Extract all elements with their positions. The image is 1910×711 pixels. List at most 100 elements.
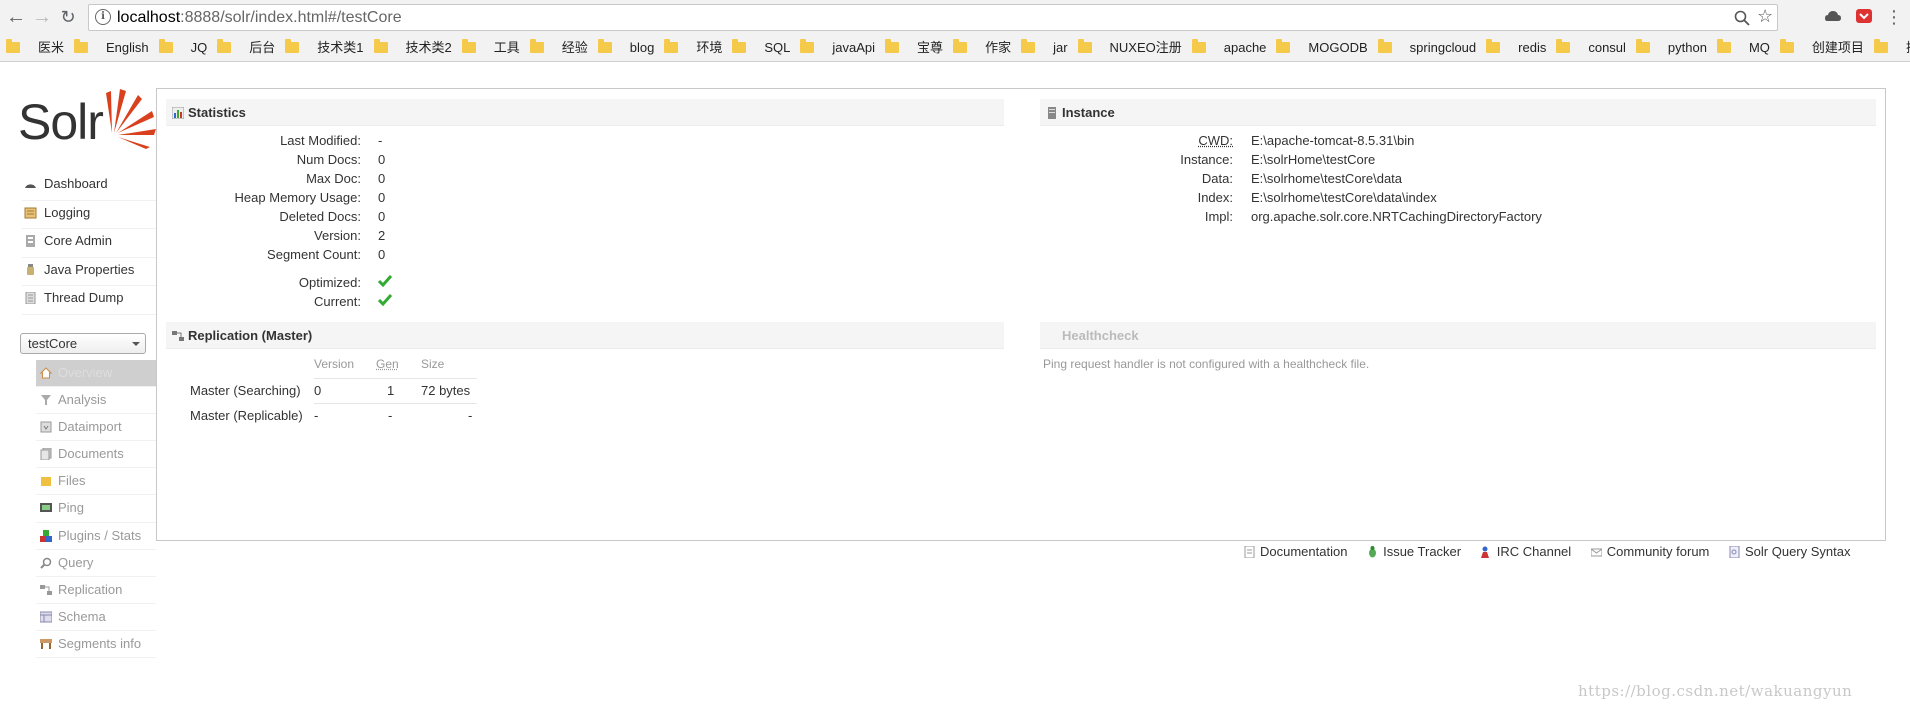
bookmark-item[interactable]: 后台 [217,36,279,61]
core-nav-documents[interactable]: Documents [36,441,156,469]
stat-value: 2 [378,228,386,243]
java-properties-icon [27,263,34,275]
nav-core-admin[interactable]: Core Admin [22,229,156,258]
bookmark-item[interactable]: redis [1486,36,1550,61]
stat-label: Last Modified: [280,133,361,148]
folder-icon [529,39,544,53]
instance-label: Impl: [1204,209,1233,224]
bookmark-item[interactable]: jar [1021,36,1071,61]
back-arrow-icon[interactable]: ← [4,5,28,29]
bookmark-item[interactable]: 工具 [461,36,524,61]
nav-logging[interactable]: Logging [22,201,156,229]
reload-icon[interactable]: ↻ [56,5,80,29]
core-nav-plugins-stats[interactable]: Plugins / Stats [36,523,156,550]
bookmark-item[interactable]: 作家 [953,36,1015,61]
folder-icon [158,39,173,53]
bookmark-label: 环境 [696,40,723,55]
bookmark-item[interactable]: apache [1191,36,1271,61]
core-nav-dataimport[interactable]: Dataimport [36,414,156,442]
plugins-icon [40,529,52,542]
bookmark-item[interactable]: SQL [732,36,794,61]
bookmark-item[interactable]: 经验 [529,36,592,61]
statistics-header: Statistics [166,99,1004,126]
core-nav-query[interactable]: Query [36,550,156,577]
bookmark-item[interactable]: JQ [158,36,212,61]
bookmark-item[interactable]: 技术类2 [373,36,456,61]
core-nav-files[interactable]: Files [36,468,156,496]
instance-label: CWD: [1198,133,1233,148]
dashboard-icon [25,184,36,188]
bookmark-item[interactable]: 技术类1 [285,36,367,61]
bookmark-star-icon[interactable]: ☆ [1757,6,1773,27]
folder-icon [1191,39,1206,53]
folder-icon [800,39,815,53]
bookmark-item[interactable]: springcloud [1377,36,1481,61]
bookmark-label: redis [1518,40,1547,55]
bookmark-label: javaApi [832,40,876,55]
bookmark-label: NUXEO注册 [1109,40,1182,55]
core-nav-segments-info[interactable]: Segments info [36,631,156,659]
bookmark-item[interactable]: 环境 [664,36,726,61]
zoom-search-icon[interactable] [1734,10,1750,26]
info-icon[interactable]: i [95,9,111,25]
bookmark-item[interactable]: NUXEO注册 [1077,36,1186,61]
footer-irc-channel-link[interactable]: IRC Channel [1480,544,1571,559]
nav-java-properties-label: Java Properties [44,261,135,277]
bookmark-item[interactable]: MOGODB [1276,36,1371,61]
stat-value: 0 [378,247,386,262]
extension-cloud-icon[interactable] [1824,7,1842,25]
bookmark-item[interactable]: MQ [1716,36,1774,61]
bookmark-item[interactable]: blog [597,36,659,61]
footer-issue-tracker-link[interactable]: Issue Tracker [1367,544,1461,559]
footer-community-forum-link[interactable]: Community forum [1590,544,1710,559]
folder-icon [1021,39,1036,53]
core-nav-segments-info-label: Segments info [58,635,142,651]
footer-community-forum-label: Community forum [1606,544,1710,559]
schema-icon [40,611,52,623]
core-selector[interactable]: testCore [20,333,146,354]
nav-thread-dump[interactable]: Thread Dump [22,286,156,315]
core-nav-replication[interactable]: Replication [36,577,156,604]
footer-documentation-link[interactable]: Documentation [1244,544,1347,559]
core-nav-analysis[interactable]: Analysis [36,387,156,415]
bookmark-item[interactable]: 搜索 [1873,36,1910,61]
home-icon [40,367,52,379]
core-nav-schema[interactable]: Schema [36,604,156,631]
folder-icon [1716,39,1731,53]
core-nav-ping[interactable]: Ping [36,495,156,523]
instance-label: Data: [1201,171,1233,186]
nav-dashboard[interactable]: Dashboard [22,172,156,201]
core-navigation: Overview Analysis Dataimport Documents F… [36,360,156,659]
menu-icon[interactable]: ⋮ [1882,5,1906,29]
instance-header: Instance [1040,99,1876,126]
core-nav-schema-label: Schema [58,608,106,624]
bookmark-item[interactable]: 宝尊 [885,36,947,61]
url-bar[interactable]: i localhost:8888/solr/index.html#/testCo… [88,4,1778,31]
bookmark-item[interactable]: 医米 [6,36,68,61]
table-cell-version: - [314,408,319,423]
core-nav-overview[interactable]: Overview [36,360,156,388]
solr-logo[interactable]: Solr [18,85,156,155]
core-nav-files-label: Files [58,473,86,489]
folder-icon [217,39,232,53]
current-label: Current: [314,294,361,309]
core-selector-value: testCore [28,336,78,351]
core-nav-plugins-stats-label: Plugins / Stats [58,527,142,543]
forward-arrow-icon[interactable]: → [30,5,54,29]
bookmark-item[interactable]: English [74,36,153,61]
extension-pocket-icon[interactable] [1855,7,1873,25]
bug-icon [1369,546,1377,558]
footer-query-syntax-link[interactable]: Solr Query Syntax [1729,544,1851,559]
instance-value: org.apache.solr.core.NRTCachingDirectory… [1251,209,1542,224]
bookmark-item[interactable]: javaApi [800,36,879,61]
replication-icon [172,331,184,341]
folder-icon [1779,39,1794,53]
bookmark-item[interactable]: consul [1556,36,1630,61]
bookmark-label: MQ [1748,40,1770,55]
nav-java-properties[interactable]: Java Properties [22,258,156,286]
url-path: :8888/solr/index.html#/testCore [180,9,402,26]
core-nav-dataimport-label: Dataimport [58,419,122,435]
bookmark-item[interactable]: 创建项目 [1779,36,1868,61]
query-syntax-icon [1729,546,1740,558]
bookmark-item[interactable]: python [1635,36,1711,61]
